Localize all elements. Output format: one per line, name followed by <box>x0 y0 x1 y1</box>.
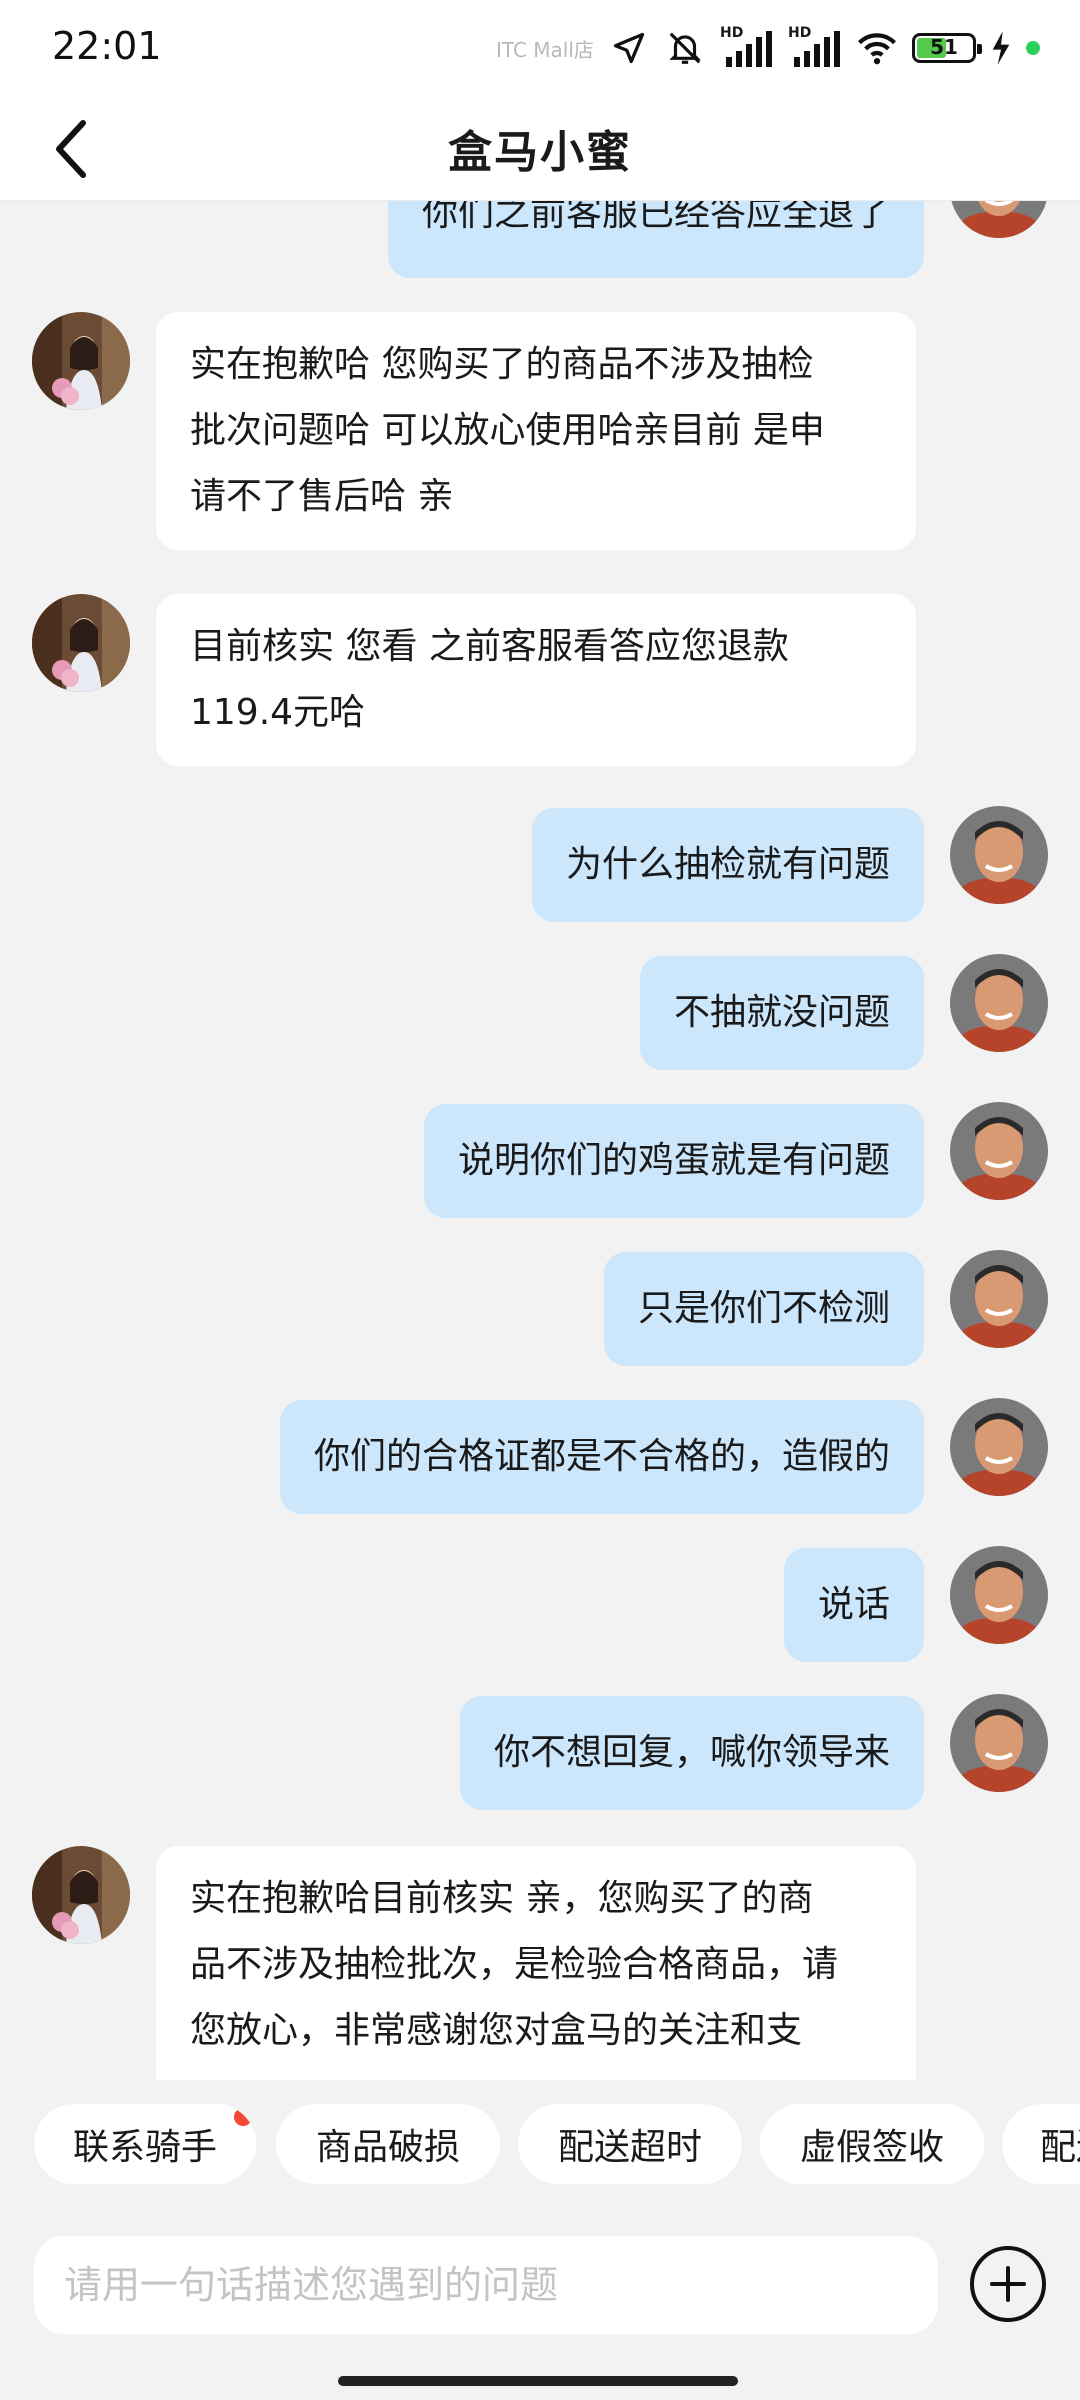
status-bar: 22:01 ITC Mall店 HD HD 51 <box>0 0 1080 96</box>
avatar-me[interactable] <box>950 954 1048 1052</box>
message-bubble-me: 只是你们不检测 <box>603 1252 924 1366</box>
page-title: 盒马小蜜 <box>448 127 632 178</box>
message-bubble-agent: 目前核实 您看 之前客服看答应您退款 119.4元哈 <box>156 594 916 766</box>
home-indicator[interactable] <box>338 2376 738 2386</box>
message-bubble-me: 你不想回复，喊你领导来 <box>459 1696 924 1810</box>
message-bubble-me: 你们之前客服已经答应全退了 <box>387 200 924 278</box>
message-text: 说明你们的鸡蛋就是有问题 <box>457 1140 890 1181</box>
plus-icon <box>990 2266 1026 2302</box>
location-arrow-icon <box>608 27 650 69</box>
message-text: 不抽就没问题 <box>673 992 890 1033</box>
message-line: 批次问题哈 可以放心使用哈亲目前 是申 <box>190 410 825 451</box>
chip-label: 虚假签收 <box>799 2127 944 2168</box>
message-bubble-me: 不抽就没问题 <box>639 956 924 1070</box>
chat-area[interactable]: 你们之前客服已经答应全退了 实在抱歉哈 您购买了的商品不涉及抽检 批次问题哈 可… <box>0 200 1080 2080</box>
quick-replies: 联系骑手 商品破损 配送超时 虚假签收 配送 <box>0 2080 1080 2200</box>
message-line: 品不涉及抽检批次，是检验合格商品，请 <box>190 1944 839 1985</box>
bell-muted-icon <box>664 27 706 69</box>
add-button[interactable] <box>970 2246 1046 2322</box>
hd-signal-icon: HD <box>788 25 842 69</box>
avatar-me[interactable] <box>950 1694 1048 1792</box>
quick-reply-contact-rider[interactable]: 联系骑手 <box>34 2104 256 2184</box>
chip-label: 配送超时 <box>557 2127 702 2168</box>
message-input[interactable] <box>34 2236 938 2334</box>
avatar-agent[interactable] <box>32 312 130 410</box>
green-dot-icon <box>1026 41 1040 55</box>
hd-signal-icon: HD <box>720 25 774 69</box>
avatar-agent[interactable] <box>32 1846 130 1944</box>
quick-reply-delivery[interactable]: 配送 <box>1002 2104 1080 2184</box>
quick-reply-delivery-timeout[interactable]: 配送超时 <box>518 2104 742 2184</box>
chat-header: 盒马小蜜 <box>0 96 1080 201</box>
notification-dot <box>234 2108 252 2126</box>
wifi-icon <box>856 27 898 69</box>
message-line: 请不了售后哈 亲 <box>190 476 454 517</box>
status-carrier: ITC Mall店 <box>496 38 594 62</box>
avatar-me[interactable] <box>950 1250 1048 1348</box>
battery-level: 51 <box>930 35 958 59</box>
message-line: 您放心，非常感谢您对盒马的关注和支 <box>190 2010 803 2051</box>
avatar-me[interactable] <box>950 200 1048 238</box>
chip-label: 商品破损 <box>315 2127 460 2168</box>
message-text: 你们之前客服已经答应全退了 <box>421 200 890 234</box>
status-time: 22:01 <box>52 24 162 68</box>
message-text: 你们的合格证都是不合格的，造假的 <box>313 1436 890 1477</box>
input-bar <box>0 2200 1080 2400</box>
message-text: 你不想回复，喊你领导来 <box>493 1732 890 1773</box>
message-text: 说话 <box>817 1584 890 1625</box>
message-bubble-agent: 实在抱歉哈目前核实 亲，您购买了的商 品不涉及抽检批次，是检验合格商品，请 您放… <box>156 1846 916 2080</box>
avatar-me[interactable] <box>950 1398 1048 1496</box>
message-line: 目前核实 您看 之前客服看答应您退款 <box>190 626 789 667</box>
message-bubble-me: 说话 <box>783 1548 924 1662</box>
message-bubble-me: 你们的合格证都是不合格的，造假的 <box>279 1400 924 1514</box>
message-text: 只是你们不检测 <box>637 1288 890 1329</box>
charging-icon <box>990 27 1012 69</box>
avatar-me[interactable] <box>950 806 1048 904</box>
message-line: 119.4元哈 <box>190 692 366 733</box>
message-line: 实在抱歉哈 您购买了的商品不涉及抽检 <box>190 344 814 385</box>
chip-label: 配送 <box>1040 2127 1080 2168</box>
message-text: 为什么抽检就有问题 <box>565 844 890 885</box>
quick-reply-false-signoff[interactable]: 虚假签收 <box>760 2104 984 2184</box>
avatar-me[interactable] <box>950 1546 1048 1644</box>
message-bubble-me: 为什么抽检就有问题 <box>531 808 924 922</box>
message-line: 实在抱歉哈目前核实 亲，您购买了的商 <box>190 1878 814 1919</box>
quick-reply-damaged-goods[interactable]: 商品破损 <box>276 2104 500 2184</box>
avatar-me[interactable] <box>950 1102 1048 1200</box>
message-bubble-agent: 实在抱歉哈 您购买了的商品不涉及抽检 批次问题哈 可以放心使用哈亲目前 是申 请… <box>156 312 916 550</box>
chip-label: 联系骑手 <box>72 2127 217 2168</box>
avatar-agent[interactable] <box>32 594 130 692</box>
battery-icon: 51 <box>912 33 982 63</box>
message-bubble-me: 说明你们的鸡蛋就是有问题 <box>423 1104 924 1218</box>
